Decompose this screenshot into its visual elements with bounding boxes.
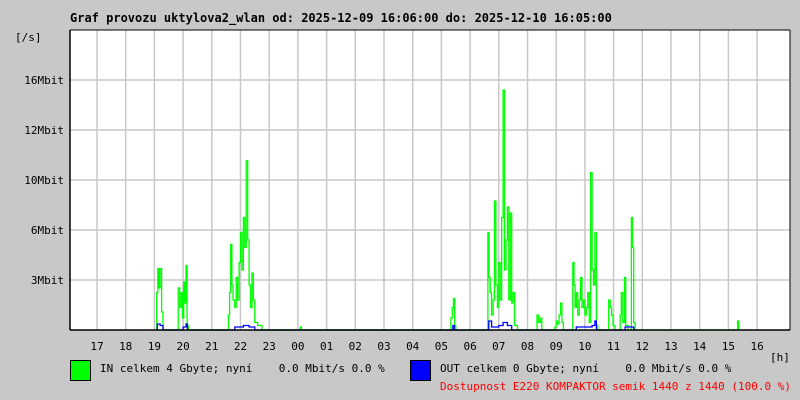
x-tick-label: 22 (234, 340, 247, 353)
x-tick-label: 15 (722, 340, 735, 353)
x-tick-label: 06 (463, 340, 476, 353)
x-tick-label: 04 (406, 340, 420, 353)
x-tick-label: 03 (377, 340, 390, 353)
x-tick-label: 17 (90, 340, 103, 353)
x-tick-label: 23 (263, 340, 276, 353)
x-tick-label: 11 (607, 340, 620, 353)
x-tick-label: 00 (291, 340, 304, 353)
x-tick-label: 20 (176, 340, 189, 353)
x-tick-label: 12 (636, 340, 649, 353)
x-tick-label: 05 (435, 340, 448, 353)
availability-text: Dostupnost E220 KOMPAKTOR semik 1440 z 1… (440, 380, 791, 393)
traffic-chart: 17 18 19 20 21 22 23 00 01 02 03 04 05 06 07 08 09 10 11 12… (24, 29, 791, 353)
x-tick-label: 21 (205, 340, 218, 353)
x-tick-label: 10 (578, 340, 591, 353)
y-tick-label: 16Mbit (24, 74, 64, 87)
x-tick-label: 18 (119, 340, 132, 353)
legend-in-text: IN celkem 4 Gbyte; nyní 0.0 Mbit/s 0.0 % (100, 362, 385, 375)
y-tick-label: 10Mbit (24, 174, 64, 187)
x-tick-label: 19 (148, 340, 161, 353)
x-tick-label: 09 (550, 340, 563, 353)
y-tick-label: 6Mbit (31, 224, 64, 237)
x-tick-label: 16 (750, 340, 763, 353)
x-tick-label: 01 (320, 340, 333, 353)
legend-out-swatch (410, 360, 431, 381)
y-tick-label: 12Mbit (24, 124, 64, 137)
y-tick-label: 3Mbit (31, 274, 64, 287)
x-tick-label: 14 (693, 340, 707, 353)
x-tick-label: 13 (664, 340, 677, 353)
legend-in-swatch (70, 360, 91, 381)
legend-out-text: OUT celkem 0 Gbyte; nyní 0.0 Mbit/s 0.0 … (440, 362, 732, 375)
x-tick-label: 02 (349, 340, 362, 353)
x-tick-label: 07 (492, 340, 505, 353)
x-tick-label: 08 (521, 340, 534, 353)
